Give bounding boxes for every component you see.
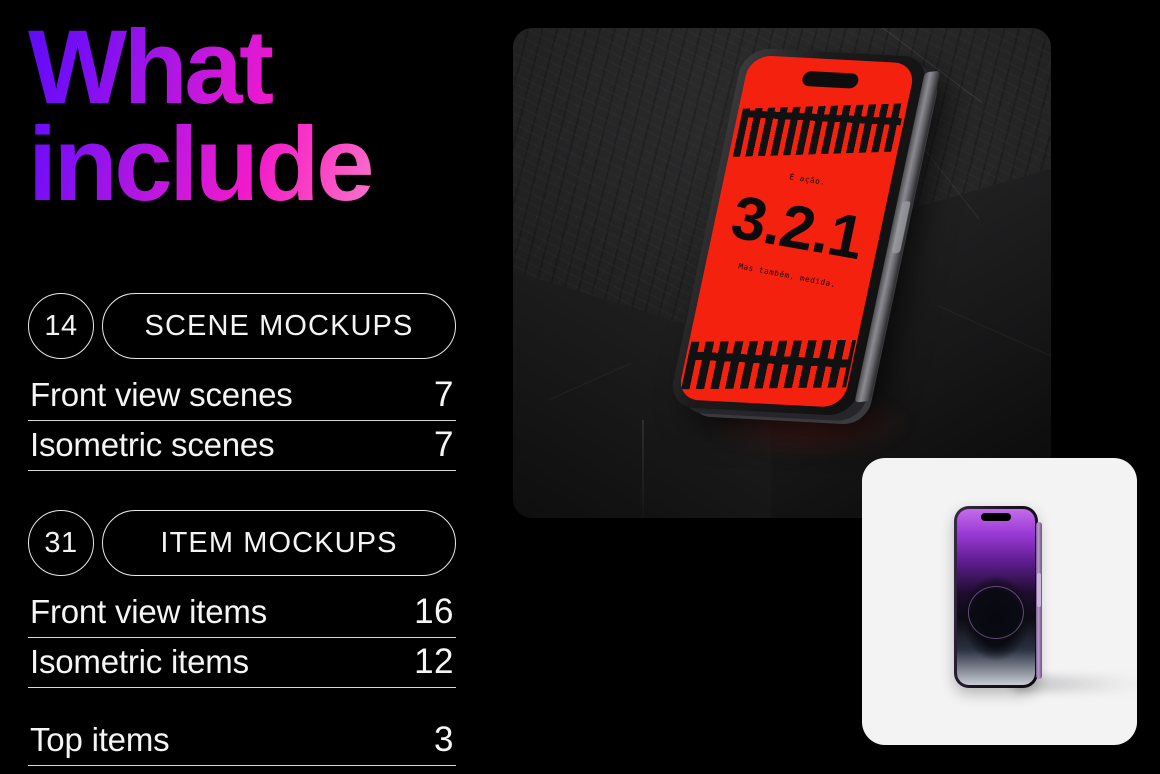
row-value: 16 (414, 592, 454, 631)
item-count-badge: 31 (28, 510, 94, 576)
list-item: Front view items 16 (28, 588, 456, 638)
group-badge-row: 31 ITEM MOCKUPS (28, 510, 456, 576)
phone-power-button (1037, 573, 1041, 608)
row-label: Front view items (30, 593, 268, 630)
pedestal-edge (642, 420, 645, 518)
row-label: Front view scenes (30, 376, 293, 413)
list-item: Isometric scenes 7 (28, 421, 456, 471)
row-value: 12 (414, 642, 454, 681)
wallpaper-ring (967, 586, 1025, 640)
row-label: Isometric items (30, 643, 249, 680)
mockup-group-item: 31 ITEM MOCKUPS Front view items 16 Isom… (28, 510, 456, 766)
group-badge-row: 14 SCENE MOCKUPS (28, 293, 456, 359)
row-label: Top items (30, 721, 170, 758)
item-mockup-preview-card[interactable] (862, 458, 1137, 745)
item-rows: Front view items 16 Isometric items 12 T… (28, 588, 456, 766)
scene-mockup-preview-card[interactable]: É ação. 3.2.1 Mas também, medida. (513, 28, 1051, 518)
list-item: Top items 3 (28, 716, 456, 766)
row-value: 7 (434, 425, 454, 464)
dynamic-island (981, 513, 1011, 521)
barcode-graphic-bottom (681, 331, 856, 397)
scene-count-badge: 14 (28, 293, 94, 359)
poster-canvas: What include 14 SCENE MOCKUPS Front view… (0, 0, 1160, 774)
barcode-graphic-top (733, 95, 906, 165)
scene-mockups-pill[interactable]: SCENE MOCKUPS (102, 293, 456, 359)
dynamic-island (800, 70, 860, 89)
list-item: Front view scenes 7 (28, 371, 456, 421)
item-mockups-pill[interactable]: ITEM MOCKUPS (102, 510, 456, 576)
phone-screen (957, 509, 1035, 685)
page-title: What include (28, 15, 488, 217)
row-value: 3 (434, 720, 454, 759)
row-label: Isometric scenes (30, 426, 275, 463)
mockup-group-scene: 14 SCENE MOCKUPS Front view scenes 7 Iso… (28, 293, 456, 471)
row-value: 7 (434, 375, 454, 414)
scene-rows: Front view scenes 7 Isometric scenes 7 (28, 371, 456, 471)
front-phone-mockup (954, 506, 1042, 688)
left-column: What include 14 SCENE MOCKUPS Front view… (0, 0, 500, 774)
list-item: Isometric items 12 (28, 638, 456, 688)
